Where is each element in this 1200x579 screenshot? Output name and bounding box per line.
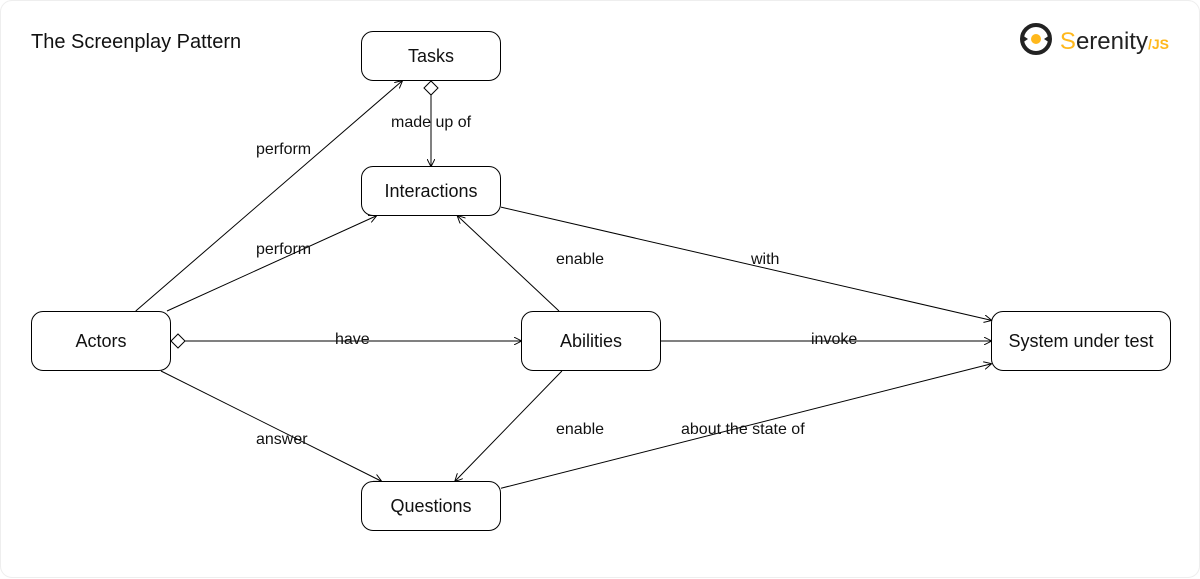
edge-label-actors-abilities: have <box>335 331 370 349</box>
node-label: Interactions <box>384 181 477 202</box>
serenity-logo-icon <box>1018 21 1054 62</box>
edge-abilities-interactions <box>458 216 559 311</box>
edge-label-actors-tasks: perform <box>256 141 311 159</box>
node-label: System under test <box>1008 331 1153 352</box>
diamond-icon <box>171 334 185 348</box>
brand-text: Serenity/JS <box>1060 28 1169 56</box>
node-actors: Actors <box>31 311 171 371</box>
node-label: Abilities <box>560 331 622 352</box>
edge-actors-interactions <box>167 216 376 311</box>
brand-suffix: /JS <box>1148 36 1169 52</box>
edge-label-abilities-questions: enable <box>556 421 604 439</box>
node-interactions: Interactions <box>361 166 501 216</box>
edge-label-questions-system: about the state of <box>681 421 805 439</box>
node-system: System under test <box>991 311 1171 371</box>
edge-actors-questions <box>161 371 381 481</box>
brand-logo: Serenity/JS <box>1018 21 1169 62</box>
edge-label-actors-interactions: perform <box>256 241 311 259</box>
edge-label-abilities-interactions: enable <box>556 251 604 269</box>
node-questions: Questions <box>361 481 501 531</box>
page-title: The Screenplay Pattern <box>31 31 241 54</box>
node-abilities: Abilities <box>521 311 661 371</box>
node-label: Tasks <box>408 46 454 67</box>
node-label: Actors <box>75 331 126 352</box>
edges-layer <box>1 1 1200 579</box>
edge-label-actors-questions: answer <box>256 431 308 449</box>
node-tasks: Tasks <box>361 31 501 81</box>
diamond-icon <box>424 81 438 95</box>
brand-name-rest: erenity <box>1076 28 1148 55</box>
edge-label-tasks-interactions: made up of <box>391 114 471 132</box>
node-label: Questions <box>390 496 471 517</box>
edge-abilities-questions <box>455 371 562 481</box>
edge-label-interactions-system: with <box>751 251 779 269</box>
edge-label-abilities-system: invoke <box>811 331 857 349</box>
